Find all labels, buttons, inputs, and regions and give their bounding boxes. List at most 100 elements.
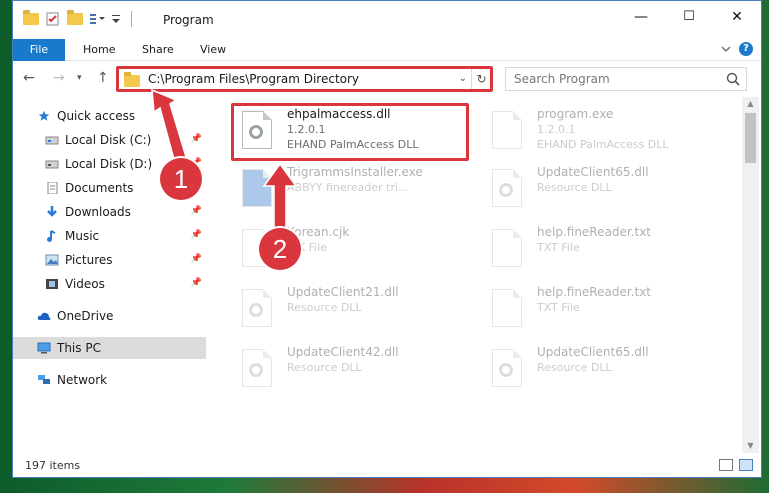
file-name: UpdateClient21.dll — [287, 285, 399, 299]
file-name: help.fineReader.txt — [537, 225, 651, 239]
documents-icon — [47, 182, 58, 194]
star-icon — [38, 110, 50, 121]
sidebar-item-label: OneDrive — [57, 309, 114, 323]
file-icon — [239, 349, 275, 393]
file-version: 1.2.0.1 — [537, 123, 576, 136]
minimize-button[interactable]: — — [629, 9, 653, 25]
pin-icon[interactable]: 📌 — [191, 230, 202, 240]
file-highlight-box — [231, 103, 469, 161]
sidebar-item-label: Local Disk (C:) — [65, 133, 152, 147]
tab-view[interactable]: View — [200, 39, 226, 61]
sidebar-item-network[interactable]: Network — [13, 369, 206, 391]
drive-icon — [45, 160, 59, 169]
gear-icon — [249, 303, 263, 317]
up-arrow-icon[interactable]: ↑ — [97, 70, 109, 86]
gear-icon — [499, 363, 513, 377]
file-type: TXT File — [537, 241, 580, 254]
file-name: UpdateClient42.dll — [287, 345, 399, 359]
ribbon-controls: ? — [721, 42, 753, 56]
ribbon-tabs: File Home Share View ? — [13, 39, 761, 61]
title-bar: Program — ☐ ✕ — [13, 1, 761, 39]
title-separator — [131, 11, 132, 27]
sidebar-item-label: Network — [57, 373, 108, 387]
tab-file[interactable]: File — [13, 39, 65, 61]
pictures-icon — [45, 254, 59, 266]
folder-icon — [23, 10, 39, 25]
tiles-view-icon[interactable] — [739, 459, 753, 471]
quick-access-toolbar — [23, 10, 136, 27]
file-name: help.fineReader.txt — [537, 285, 651, 299]
text-file-icon — [489, 229, 525, 273]
navigation-bar: ← → ▾ ↑ C:\Program Files\Program Directo… — [13, 61, 761, 97]
file-icon — [489, 349, 525, 393]
tab-share[interactable]: Share — [142, 39, 174, 61]
search-icon[interactable] — [726, 72, 740, 86]
scroll-thumb[interactable] — [745, 113, 756, 163]
new-folder-icon[interactable] — [67, 10, 83, 25]
file-item-updateclient21[interactable]: UpdateClient21.dll Resource DLL — [239, 285, 479, 337]
annotation-badge-1: 1 — [160, 158, 202, 200]
application-icon — [489, 111, 525, 155]
view-toggle — [719, 459, 753, 471]
properties-icon[interactable] — [45, 12, 61, 26]
scroll-up-icon[interactable]: ▲ — [742, 97, 759, 111]
videos-icon — [46, 279, 58, 289]
explorer-window: Program — ☐ ✕ File Home Share View ? ← →… — [12, 0, 762, 478]
pin-icon[interactable]: 📌 — [191, 206, 202, 216]
address-highlight-box — [116, 66, 493, 92]
search-input[interactable] — [514, 68, 714, 90]
annotation-badge-2: 2 — [259, 228, 301, 270]
sidebar-item-label: Local Disk (D:) — [65, 157, 153, 171]
sidebar-item-quick-access[interactable]: Quick access — [13, 105, 206, 127]
file-description: EHAND PalmAccess DLL — [537, 138, 669, 151]
file-item-updateclient65-2[interactable]: UpdateClient65.dll Resource DLL — [489, 345, 729, 397]
sidebar-item-label: Videos — [65, 277, 105, 291]
vertical-scrollbar[interactable]: ▲ ▼ — [742, 97, 759, 453]
pin-icon[interactable]: 📌 — [191, 254, 202, 264]
sidebar-item-videos[interactable]: Videos 📌 — [13, 273, 206, 295]
file-type: Resource DLL — [537, 181, 612, 194]
sidebar-item-music[interactable]: Music 📌 — [13, 225, 206, 247]
sidebar-item-label: Pictures — [65, 253, 113, 267]
sidebar-item-this-pc[interactable]: This PC — [13, 337, 206, 359]
tab-home[interactable]: Home — [83, 39, 115, 61]
sidebar-item-downloads[interactable]: Downloads 📌 — [13, 201, 206, 223]
maximize-button[interactable]: ☐ — [677, 9, 701, 24]
customize-toolbar-icon[interactable] — [89, 12, 105, 26]
file-item-program-exe[interactable]: program.exe 1.2.0.1 EHAND PalmAccess DLL — [489, 107, 729, 159]
details-view-icon[interactable] — [719, 459, 733, 471]
forward-arrow-icon[interactable]: → — [53, 70, 65, 86]
file-item-updateclient65[interactable]: UpdateClient65.dll Resource DLL — [489, 165, 729, 217]
file-item-updateclient42[interactable]: UpdateClient42.dll Resource DLL — [239, 345, 479, 397]
pin-icon[interactable]: 📌 — [191, 134, 202, 144]
sidebar-item-label: Documents — [65, 181, 134, 195]
help-icon[interactable]: ? — [739, 42, 753, 56]
text-file-icon — [489, 289, 525, 333]
item-count: 197 items — [25, 459, 81, 472]
back-arrow-icon[interactable]: ← — [23, 70, 35, 86]
cloud-icon — [37, 312, 51, 320]
sidebar-item-local-disk-c[interactable]: Local Disk (C:) 📌 — [13, 129, 206, 151]
file-type: Resource DLL — [287, 301, 362, 314]
sidebar-item-pictures[interactable]: Pictures 📌 — [13, 249, 206, 271]
scroll-down-icon[interactable]: ▼ — [742, 439, 759, 453]
search-box[interactable] — [505, 67, 747, 91]
sidebar-item-onedrive[interactable]: OneDrive — [13, 305, 206, 327]
file-type: TXT File — [537, 301, 580, 314]
file-item-help-finereader[interactable]: help.fineReader.txt TXT File — [489, 225, 729, 277]
chevron-down-icon[interactable] — [721, 45, 731, 53]
sidebar-item-label: This PC — [57, 341, 101, 355]
drive-icon — [45, 136, 59, 145]
file-item-trigramms[interactable]: TrigrammsInstaller.exe ABBYY finereader … — [239, 165, 479, 217]
navigation-pane: Quick access Local Disk (C:) 📌 Local Dis… — [13, 97, 206, 453]
chevron-down-icon[interactable] — [111, 12, 121, 26]
pin-icon[interactable]: 📌 — [191, 278, 202, 288]
sidebar-item-label: Quick access — [57, 109, 136, 123]
file-type: ABBYY finereader tri... — [287, 181, 409, 194]
sidebar-item-label: Music — [65, 229, 100, 243]
status-bar: 197 items — [13, 453, 761, 477]
file-item-help-finereader-2[interactable]: help.fineReader.txt TXT File — [489, 285, 729, 337]
recent-locations-icon[interactable]: ▾ — [77, 73, 82, 83]
close-button[interactable]: ✕ — [725, 9, 749, 25]
file-type: Resource DLL — [287, 361, 362, 374]
